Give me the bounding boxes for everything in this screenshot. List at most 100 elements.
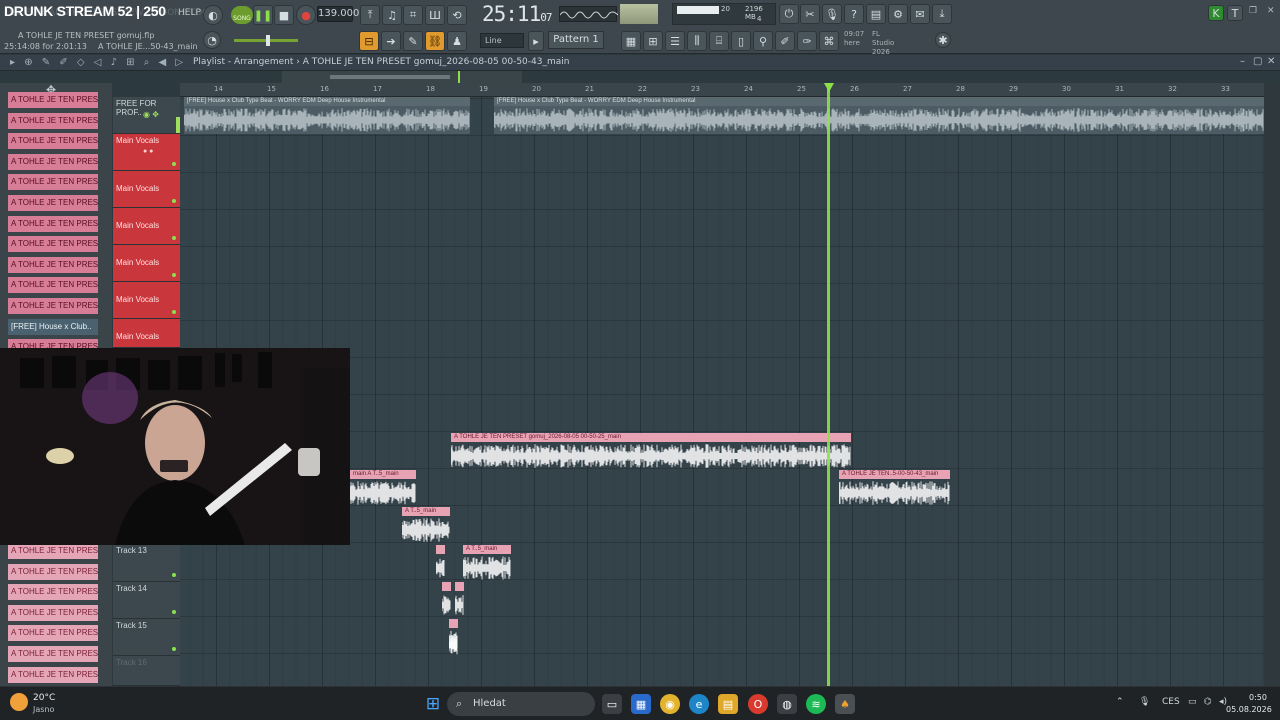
track-header-15[interactable]: Track 15	[113, 619, 180, 656]
mixer-settings-icon[interactable]: ⚙	[888, 4, 908, 24]
track-header-14[interactable]: Track 14	[113, 582, 180, 619]
tray-chevron-icon[interactable]: ⌃	[1116, 697, 1124, 707]
playlist-maximize-icon[interactable]: ▢	[1253, 56, 1262, 67]
calendar-app-icon[interactable]: ▦	[631, 694, 651, 714]
browser-icon[interactable]: ⌸	[709, 31, 729, 51]
news-panel[interactable]: 09:07 FL Studio 2026 is here	[844, 30, 894, 65]
kick-logo-icon[interactable]: K	[1208, 5, 1224, 21]
clip-beat-1[interactable]: [FREE] House x Club Type Beat - WORRY ED…	[184, 97, 470, 134]
snap-mode-select[interactable]: Line	[480, 33, 524, 48]
track-header-2[interactable]: Main Vocals ● ●	[113, 134, 180, 171]
pause-button[interactable]: ❚❚	[253, 5, 273, 25]
windows-start-icon[interactable]: ⊞	[423, 694, 443, 714]
picker-item-lower[interactable]: A TOHLE JE TEN PRESET g..	[8, 666, 98, 683]
master-pitch-handle[interactable]	[266, 35, 270, 46]
store-icon[interactable]: ⌘	[819, 31, 839, 51]
microphone-icon[interactable]: 🎙	[822, 4, 842, 24]
metronome-icon[interactable]: ◐	[203, 5, 223, 25]
stamp-icon[interactable]: ♟	[447, 31, 467, 51]
pattern-prev-icon[interactable]: ▸	[528, 31, 544, 51]
playlist-view-icon[interactable]: ▦	[621, 31, 641, 51]
spotify-icon[interactable]: ≋	[806, 694, 826, 714]
help-icon[interactable]: ?	[844, 4, 864, 24]
edge-icon[interactable]: e	[689, 694, 709, 714]
picker-item-lower[interactable]: A TOHLE JE TEN PRESET g..	[8, 563, 98, 580]
picker-item[interactable]: A TOHLE JE TEN PRESET g..	[8, 112, 98, 129]
cut-icon[interactable]: ✂	[800, 4, 820, 24]
tray-network-icon[interactable]: ⌬	[1204, 697, 1212, 707]
tempo-display[interactable]: 139.000	[317, 6, 359, 22]
weather-icon[interactable]	[10, 693, 28, 711]
timeline-ruler[interactable]: 14 15 16 17 18 19 20 21 22 23 24 25 26 27 28 29 30 31 32 33	[180, 83, 1264, 97]
playhead-marker[interactable]	[824, 83, 834, 92]
overview-handle[interactable]	[330, 75, 450, 79]
chat-icon[interactable]: ✉	[910, 4, 930, 24]
vertical-scrollbar[interactable]	[1266, 83, 1280, 686]
track-1-mute-icon[interactable]: ◉ ✥	[143, 110, 159, 119]
track-header-5[interactable]: Main Vocals	[113, 245, 180, 282]
track-header-6[interactable]: Main Vocals	[113, 282, 180, 319]
picker-item-lower[interactable]: A TOHLE JE TEN PRESET g..	[8, 625, 98, 642]
clip-fragment-2[interactable]	[442, 582, 451, 619]
picker-item[interactable]: A TOHLE JE TEN PRESET g..	[8, 133, 98, 150]
picker-item[interactable]: A TOHLE JE TEN PRESET g..	[8, 92, 98, 108]
clip-vocal-c[interactable]: A T..5_main	[463, 545, 511, 582]
picker-item[interactable]: A TOHLE JE TEN PRESET g..	[8, 153, 98, 170]
task-view-icon[interactable]: ▭	[602, 694, 622, 714]
clip-vocal-b[interactable]: A T..5_main	[402, 507, 450, 544]
power-icon[interactable]: ⏻	[779, 4, 799, 24]
track-header-13[interactable]: Track 13	[113, 545, 180, 582]
file-icon[interactable]: ▯	[731, 31, 751, 51]
pattern-snap-icon[interactable]: ⤒	[360, 5, 380, 25]
stop-button[interactable]: ■	[274, 5, 294, 25]
file-explorer-icon[interactable]: ▤	[718, 694, 738, 714]
picker-item[interactable]: [FREE] House x Club..	[8, 318, 98, 335]
playlist-minimize-icon[interactable]: –	[1240, 56, 1245, 67]
save-icon[interactable]: ▤	[866, 4, 886, 24]
track-header-4[interactable]: Main Vocals	[113, 208, 180, 245]
picker-item[interactable]: A TOHLE JE TEN PRESET g..	[8, 236, 98, 253]
clip-fragment-3[interactable]	[455, 582, 464, 619]
picker-item[interactable]: A TOHLE JE TEN PRESET g..	[8, 298, 98, 314]
picker-item-lower[interactable]: A TOHLE JE TEN PRESET g..	[8, 543, 98, 559]
window-close-icon[interactable]: ✕	[1267, 6, 1275, 16]
clip-vocal-a[interactable]: main A T..5_main	[350, 470, 416, 507]
ping-logo-icon[interactable]: T	[1227, 5, 1243, 21]
picker-item[interactable]: A TOHLE JE TEN PRESET g..	[8, 174, 98, 191]
fl-studio-icon[interactable]: ♠	[835, 694, 855, 714]
plugin-icon[interactable]: ⚲	[753, 31, 773, 51]
clip-vocal-main[interactable]: A TOHLE JE TEN PRESET gomuj_2026-08-05 0…	[451, 433, 851, 470]
brush-icon[interactable]: ✑	[797, 31, 817, 51]
taskbar-search[interactable]: ⌕ Hledat	[447, 692, 595, 716]
mixer-icon[interactable]: ⫼	[687, 31, 707, 51]
picker-item[interactable]: A TOHLE JE TEN PRESET g..	[8, 195, 98, 211]
clock-date[interactable]: 05.08.2026	[1226, 705, 1272, 714]
channel-rack-icon[interactable]: ⊞	[643, 31, 663, 51]
link-icon[interactable]: ⛓	[425, 31, 445, 51]
track-2-record-icon[interactable]: ● ●	[143, 148, 153, 155]
download-icon[interactable]: ⤓	[932, 4, 952, 24]
picker-item-lower[interactable]: A TOHLE JE TEN PRESET g..	[8, 604, 98, 621]
clip-beat-2[interactable]: [FREE] House x Club Type Beat - WORRY ED…	[494, 97, 1264, 134]
typing-keyboard-icon[interactable]: Ш	[425, 5, 445, 25]
track-header-7[interactable]: Main Vocals	[113, 319, 180, 348]
picker-item-lower[interactable]: A TOHLE JE TEN PRESET g..	[8, 584, 98, 601]
clip-fragment-1[interactable]	[436, 545, 445, 582]
record-button[interactable]: ●	[296, 5, 316, 25]
picker-item[interactable]: A TOHLE JE TEN PRESET g..	[8, 256, 98, 273]
play-arrow-icon[interactable]: ➔	[381, 31, 401, 51]
clock-time[interactable]: 0:50	[1249, 693, 1267, 702]
step-edit-icon[interactable]: ⌗	[403, 5, 423, 25]
chrome-icon[interactable]: ◉	[660, 694, 680, 714]
playlist-tools[interactable]: ▸ ⊕ ✎ ✐ ◇ ◁ ♪ ⊞ ⌕ ◀ ▷	[10, 57, 186, 68]
news-close-icon[interactable]: ✱	[935, 32, 951, 48]
weather-description[interactable]: Jasno	[33, 705, 54, 714]
song-mode-switch[interactable]: SONG	[231, 6, 253, 24]
tool-icon[interactable]: ✐	[775, 31, 795, 51]
blend-notes-icon[interactable]: ♫	[382, 5, 402, 25]
tray-monitor-icon[interactable]: ▭	[1188, 697, 1197, 707]
opera-icon[interactable]: O	[748, 694, 768, 714]
track-header-1[interactable]: FREE FOR PROF.. ◉ ✥	[113, 97, 180, 134]
piano-roll-icon[interactable]: ☰	[665, 31, 685, 51]
obs-icon[interactable]: ◍	[777, 694, 797, 714]
